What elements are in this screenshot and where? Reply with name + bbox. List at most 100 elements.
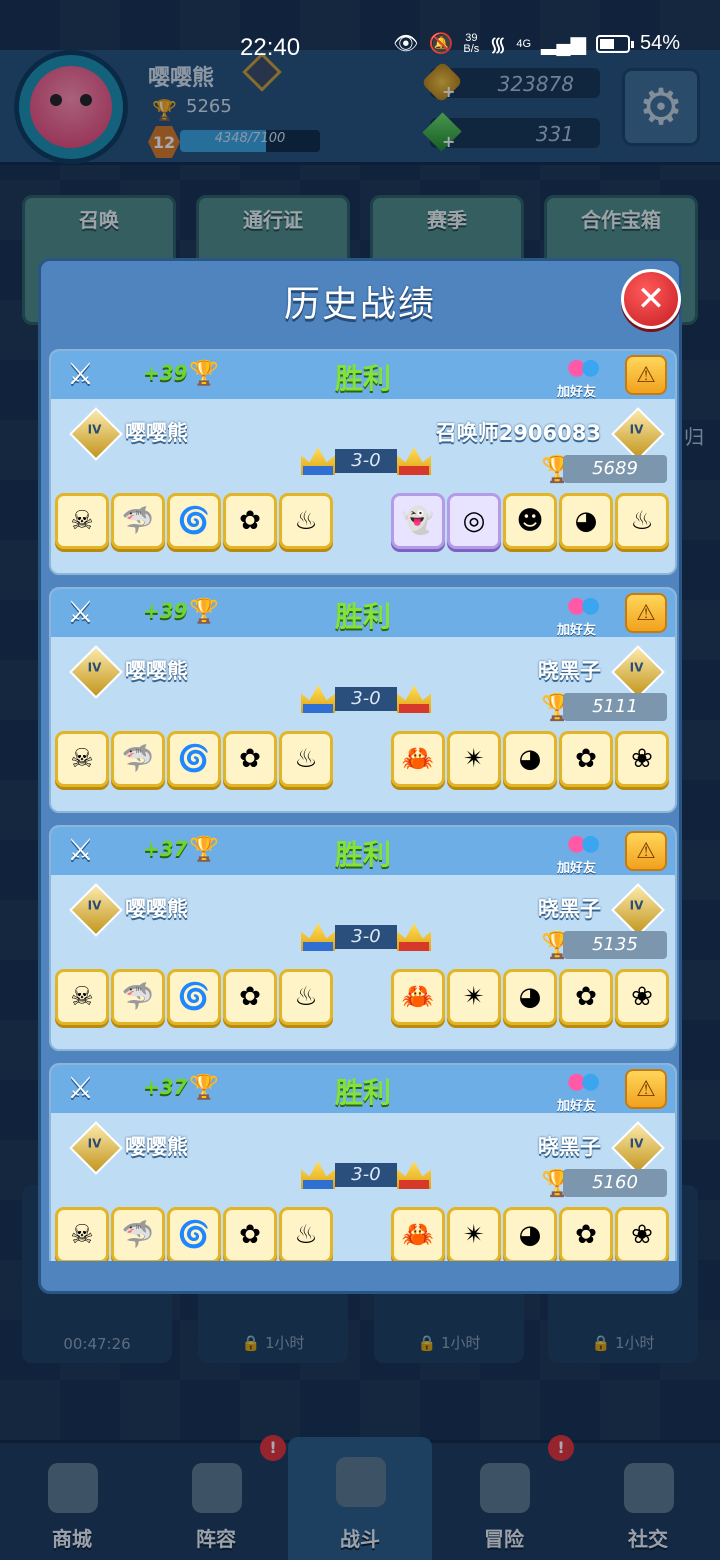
record-header: ⚔ +37 🏆 胜利 ● ● 加好友 ⚠	[51, 827, 675, 876]
match-score: 3-0	[301, 1161, 431, 1189]
alarm-icon: ⚠	[636, 362, 656, 388]
battle-record-list[interactable]: ⚔ +39 🏆 胜利 ● ● 加好友 ⚠ 嘤嘤熊 召唤师2906083 3-0 …	[49, 349, 677, 1261]
shuriken-unit-icon[interactable]: ✴	[447, 731, 501, 787]
skull-cap-unit-icon[interactable]: ☻	[503, 493, 557, 549]
shuriken-unit-icon[interactable]: ✴	[447, 1207, 501, 1261]
battle-record-card: ⚔ +39 🏆 胜利 ● ● 加好友 ⚠ 嘤嘤熊 召唤师2906083 3-0 …	[49, 349, 677, 575]
match-score: 3-0	[301, 447, 431, 475]
crab-unit-icon[interactable]: 🦀	[391, 731, 445, 787]
flower-unit-icon[interactable]: ✿	[223, 1207, 277, 1261]
skulls-unit-icon[interactable]: ☠	[55, 969, 109, 1025]
battle-record-card: ⚔ +37 🏆 胜利 ● ● 加好友 ⚠ 嘤嘤熊 晓黑子 3-0 🏆 5135 …	[49, 825, 677, 1051]
player-rank-icon	[69, 407, 123, 461]
opponent-rank-icon	[611, 1121, 665, 1175]
sakura-unit-icon[interactable]: ❀	[615, 969, 669, 1025]
hood-unit-icon[interactable]: ◕	[559, 493, 613, 549]
skulls-unit-icon[interactable]: ☠	[55, 493, 109, 549]
water-unit-icon[interactable]: 🌀	[167, 1207, 221, 1261]
skulls-unit-icon[interactable]: ☠	[55, 1207, 109, 1261]
blue-crown-base	[303, 942, 333, 951]
network-type: 4G	[516, 37, 532, 50]
report-button[interactable]: ⚠	[625, 593, 667, 633]
balloon-icon: ●	[581, 831, 601, 856]
status-bar: 22:40 👁 🔕 39 B/s ᯾ 4G ▂▄▆ 54%	[0, 0, 720, 61]
opponent-trophies: 🏆 5689	[541, 455, 667, 485]
add-friend-button[interactable]: ● ● 加好友	[557, 1069, 605, 1114]
player-name: 嘤嘤熊	[125, 1135, 188, 1159]
cauldron-unit-icon[interactable]: ♨	[279, 493, 333, 549]
mute-bell-icon: 🔕	[428, 33, 454, 55]
add-friend-button[interactable]: ● ● 加好友	[557, 831, 605, 876]
water-unit-icon[interactable]: 🌀	[167, 493, 221, 549]
add-friend-label: 加好友	[557, 623, 597, 638]
red-crown-base	[399, 704, 429, 713]
red-crown-base	[399, 1180, 429, 1189]
flower-unit-icon[interactable]: ✿	[223, 969, 277, 1025]
opponent-rank-icon	[611, 883, 665, 937]
record-header: ⚔ +39 🏆 胜利 ● ● 加好友 ⚠	[51, 351, 675, 400]
balloon-icon: ●	[581, 593, 601, 618]
battery-level: 54%	[639, 32, 680, 54]
alarm-icon: ⚠	[636, 1076, 656, 1102]
opponent-name[interactable]: 晓黑子	[538, 893, 601, 923]
opponent-trophies: 🏆 5135	[541, 931, 667, 961]
record-header: ⚔ +37 🏆 胜利 ● ● 加好友 ⚠	[51, 1065, 675, 1114]
opponent-lineup: 🦀 ✴ ◕ ✿ ❀	[391, 969, 669, 1025]
player-name: 嘤嘤熊	[125, 421, 188, 445]
sakura-unit-icon[interactable]: ❀	[615, 731, 669, 787]
red-crown-base	[399, 942, 429, 951]
report-button[interactable]: ⚠	[625, 355, 667, 395]
opponent-name[interactable]: 晓黑子	[538, 1131, 601, 1161]
net-speed: 39 B/s	[463, 32, 480, 55]
water-unit-icon[interactable]: 🌀	[167, 969, 221, 1025]
opponent-name[interactable]: 晓黑子	[538, 655, 601, 685]
hood-unit-icon[interactable]: ◕	[503, 969, 557, 1025]
balloon-icon: ●	[581, 1069, 601, 1094]
close-button[interactable]: ✕	[621, 269, 681, 329]
skulls-unit-icon[interactable]: ☠	[55, 731, 109, 787]
net-speed-unit: B/s	[463, 42, 480, 55]
sakura-unit-icon[interactable]: ❀	[615, 1207, 669, 1261]
player-lineup: ☠ 🦈 🌀 ✿ ♨	[55, 969, 333, 1025]
shark-unit-icon[interactable]: 🦈	[111, 1207, 165, 1261]
balloon-icon: ●	[581, 355, 601, 380]
add-friend-button[interactable]: ● ● 加好友	[557, 593, 605, 638]
report-button[interactable]: ⚠	[625, 831, 667, 871]
cauldron-unit-icon[interactable]: ♨	[279, 731, 333, 787]
flower-unit-icon[interactable]: ✿	[223, 493, 277, 549]
player-lineup: ☠ 🦈 🌀 ✿ ♨	[55, 731, 333, 787]
crab-unit-icon[interactable]: 🦀	[391, 1207, 445, 1261]
flower-unit-icon[interactable]: ✿	[559, 969, 613, 1025]
hood-unit-icon[interactable]: ◕	[503, 731, 557, 787]
shuriken-unit-icon[interactable]: ✴	[447, 969, 501, 1025]
hood-unit-icon[interactable]: ◕	[503, 1207, 557, 1261]
crab-unit-icon[interactable]: 🦀	[391, 969, 445, 1025]
report-button[interactable]: ⚠	[625, 1069, 667, 1109]
shark-unit-icon[interactable]: 🦈	[111, 493, 165, 549]
player-name: 嘤嘤熊	[125, 897, 188, 921]
shark-unit-icon[interactable]: 🦈	[111, 731, 165, 787]
flower-unit-icon[interactable]: ✿	[559, 1207, 613, 1261]
modal-title: 历史战绩	[283, 284, 436, 325]
flower-unit-icon[interactable]: ✿	[223, 731, 277, 787]
cauldron-unit-icon[interactable]: ♨	[615, 493, 669, 549]
opponent-name[interactable]: 召唤师2906083	[436, 417, 601, 447]
battle-history-modal: 历史战绩 ✕ ⚔ +39 🏆 胜利 ● ● 加好友 ⚠ 嘤嘤熊 召唤师29060…	[38, 258, 682, 1294]
player-rank-icon	[69, 1121, 123, 1175]
add-friend-label: 加好友	[557, 385, 597, 400]
vortex-unit-icon[interactable]: ◎	[447, 493, 501, 549]
shark-unit-icon[interactable]: 🦈	[111, 969, 165, 1025]
close-icon: ✕	[636, 279, 666, 319]
player-lineup: ☠ 🦈 🌀 ✿ ♨	[55, 1207, 333, 1261]
opponent-rank-icon	[611, 645, 665, 699]
cauldron-unit-icon[interactable]: ♨	[279, 969, 333, 1025]
player-rank-icon	[69, 883, 123, 937]
add-friend-button[interactable]: ● ● 加好友	[557, 355, 605, 400]
alarm-icon: ⚠	[636, 838, 656, 864]
battle-record-card: ⚔ +37 🏆 胜利 ● ● 加好友 ⚠ 嘤嘤熊 晓黑子 3-0 🏆 5160 …	[49, 1063, 677, 1261]
cauldron-unit-icon[interactable]: ♨	[279, 1207, 333, 1261]
water-unit-icon[interactable]: 🌀	[167, 731, 221, 787]
flower-unit-icon[interactable]: ✿	[559, 731, 613, 787]
opponent-trophies: 🏆 5160	[541, 1169, 667, 1199]
ghost-unit-icon[interactable]: 👻	[391, 493, 445, 549]
